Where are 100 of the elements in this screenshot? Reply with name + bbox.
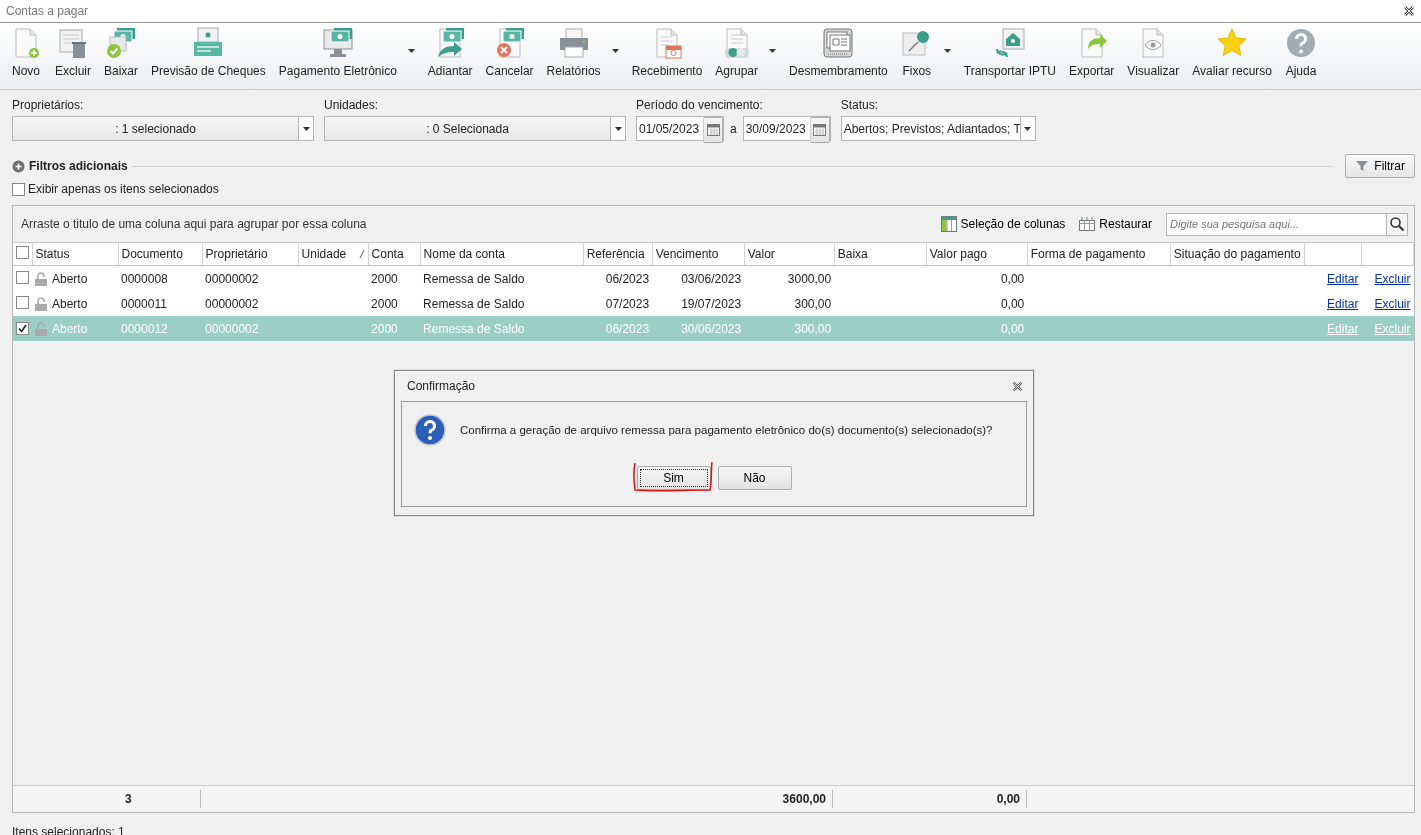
table-row[interactable]: Aberto 0000008 00000002 2000 Remessa de Saldo 06/2023 03/06/2023 3000,00 0,00 Editar Excluir (13, 265, 1414, 291)
dropdown-arrow-icon[interactable] (943, 49, 951, 53)
dropdown-arrow-icon[interactable] (769, 49, 777, 53)
toolbar-button[interactable]: Transportar IPTU (963, 27, 1056, 78)
toolbar-button[interactable]: Novo (10, 27, 42, 78)
checkbox[interactable] (16, 295, 29, 309)
check-icon (18, 323, 27, 333)
table-cell: 06/2023 (583, 265, 653, 291)
column-header[interactable]: Vencimento (652, 242, 745, 266)
total-value: 3600,00 (782, 792, 826, 806)
table-cell: Aberto (52, 296, 88, 311)
delete-link[interactable]: Excluir (1374, 296, 1411, 311)
column-header[interactable]: Valor (744, 242, 835, 266)
table-cell: 300,00 (744, 291, 835, 316)
table-cell: 0,00 (926, 291, 1028, 316)
table-cell: 06/2023 (583, 316, 653, 341)
toolbar-button[interactable]: Visualizar (1127, 27, 1180, 78)
search-button[interactable] (1387, 212, 1408, 236)
toolbar-button[interactable]: Desmembramento (789, 27, 888, 78)
column-header[interactable]: Unidade (298, 242, 369, 266)
toolbar-button[interactable]: Cancelar (485, 27, 534, 78)
table-cell: 3000,00 (744, 265, 835, 291)
toolbar-button[interactable]: Recebimento (631, 27, 703, 78)
dropdown-field[interactable]: : 1 selecionado (12, 116, 314, 141)
close-icon[interactable] (1403, 5, 1415, 17)
dropdown-field[interactable]: : 0 Selecionada (324, 116, 626, 141)
column-selection-button[interactable]: Seleção de colunas (936, 216, 1070, 232)
table-cell: 00000002 (202, 316, 299, 341)
window-title: Contas a pagar (6, 4, 89, 18)
column-header[interactable]: Conta (368, 242, 421, 266)
table-cell: Aberto (52, 321, 88, 336)
table-cell: 0,00 (926, 265, 1028, 291)
checkbox[interactable] (16, 246, 29, 259)
toolbar-button[interactable]: Agrupar (715, 27, 759, 78)
table-cell: 0000011 (118, 291, 203, 316)
table-cell: 2000 (368, 265, 421, 291)
dropdown-arrow-icon[interactable] (407, 49, 415, 53)
filter-icon (1355, 160, 1370, 172)
toolbar-button[interactable]: Pagamento Eletrônico (278, 27, 397, 78)
cheque-icon (192, 27, 225, 59)
checkbox[interactable] (12, 182, 25, 196)
column-header[interactable]: Referência (583, 242, 653, 266)
calendar-icon (813, 124, 827, 136)
checkbox[interactable] (16, 321, 29, 335)
toolbar-button[interactable]: Excluir (55, 27, 91, 78)
date-field[interactable]: 30/09/2023 (742, 116, 831, 141)
table-cell: Remessa de Saldo (420, 316, 584, 341)
total-count: 3 (125, 792, 132, 806)
column-header[interactable]: Status (32, 242, 118, 266)
column-header[interactable]: Forma de pagamento (1027, 242, 1171, 266)
table-cell: 0000008 (118, 265, 203, 291)
edit-link[interactable]: Editar (1327, 296, 1359, 311)
range-separator: a (729, 121, 738, 136)
delete-link[interactable]: Excluir (1374, 271, 1411, 286)
column-header[interactable]: Situação do pagamento (1170, 242, 1305, 266)
table-cell: 0,00 (926, 316, 1028, 341)
filter-button[interactable]: Filtrar (1345, 154, 1415, 178)
document-stack-icon (822, 27, 855, 59)
close-icon[interactable] (1012, 380, 1023, 392)
table-cell: 19/07/2023 (652, 291, 745, 316)
toolbar-button[interactable]: Relatórios (546, 27, 601, 78)
table-cell: Aberto (52, 271, 88, 286)
search-field[interactable]: Digite sua pesquisa aqui... (1166, 212, 1387, 236)
dialog-title: Confirmação (407, 379, 476, 393)
question-icon (414, 414, 446, 446)
calendar-icon (706, 124, 720, 136)
toolbar-button[interactable]: Adiantar (427, 27, 473, 78)
toolbar-button[interactable]: Exportar (1069, 27, 1115, 78)
dialog-button[interactable]: Sim (636, 466, 711, 490)
table-cell: 00000002 (202, 265, 299, 291)
edit-link[interactable]: Editar (1327, 271, 1359, 286)
column-header[interactable]: Proprietário (202, 242, 299, 266)
column-header[interactable]: Valor pago (926, 242, 1028, 266)
dialog-message: Confirma a geração de arquivo remessa para pagamento eletrônico do(s) documento(s) selecionado(s)? (460, 424, 993, 436)
dialog-button[interactable]: Não (717, 466, 792, 490)
padlock-icon (35, 271, 47, 286)
table-cell: Remessa de Saldo (420, 265, 584, 291)
table-cell: 0000012 (118, 316, 203, 341)
trash-icon (57, 27, 89, 59)
monitor-icon (321, 27, 354, 59)
dropdown-arrow-icon[interactable] (611, 49, 619, 53)
column-header[interactable]: Documento (118, 242, 203, 266)
dropdown-arrow-icon (1024, 126, 1032, 131)
restore-button[interactable]: Restaurar (1075, 217, 1156, 231)
date-field[interactable]: 01/05/2023 (636, 116, 724, 141)
checkbox[interactable] (16, 270, 29, 284)
toolbar-button[interactable]: Avaliar recurso (1192, 27, 1272, 78)
toolbar-button[interactable]: Fixos (900, 27, 933, 78)
toolbar-button[interactable]: Baixar (104, 27, 139, 78)
help-icon (1285, 27, 1317, 59)
column-header[interactable]: Nome da conta (420, 242, 584, 266)
field-label: Status: (840, 98, 880, 112)
plus-circle-icon[interactable] (12, 159, 25, 173)
toolbar-button[interactable]: Previsão de Cheques (151, 27, 266, 78)
star-icon (1216, 27, 1249, 59)
table-cell: 07/2023 (583, 291, 653, 316)
padlock-icon (35, 296, 47, 311)
toolbar-button[interactable]: Ajuda (1285, 27, 1317, 78)
table-row[interactable]: Aberto 0000011 00000002 2000 Remessa de Saldo 07/2023 19/07/2023 300,00 0,00 Editar Excluir (13, 291, 1414, 316)
column-header[interactable]: Baixa (834, 242, 927, 266)
